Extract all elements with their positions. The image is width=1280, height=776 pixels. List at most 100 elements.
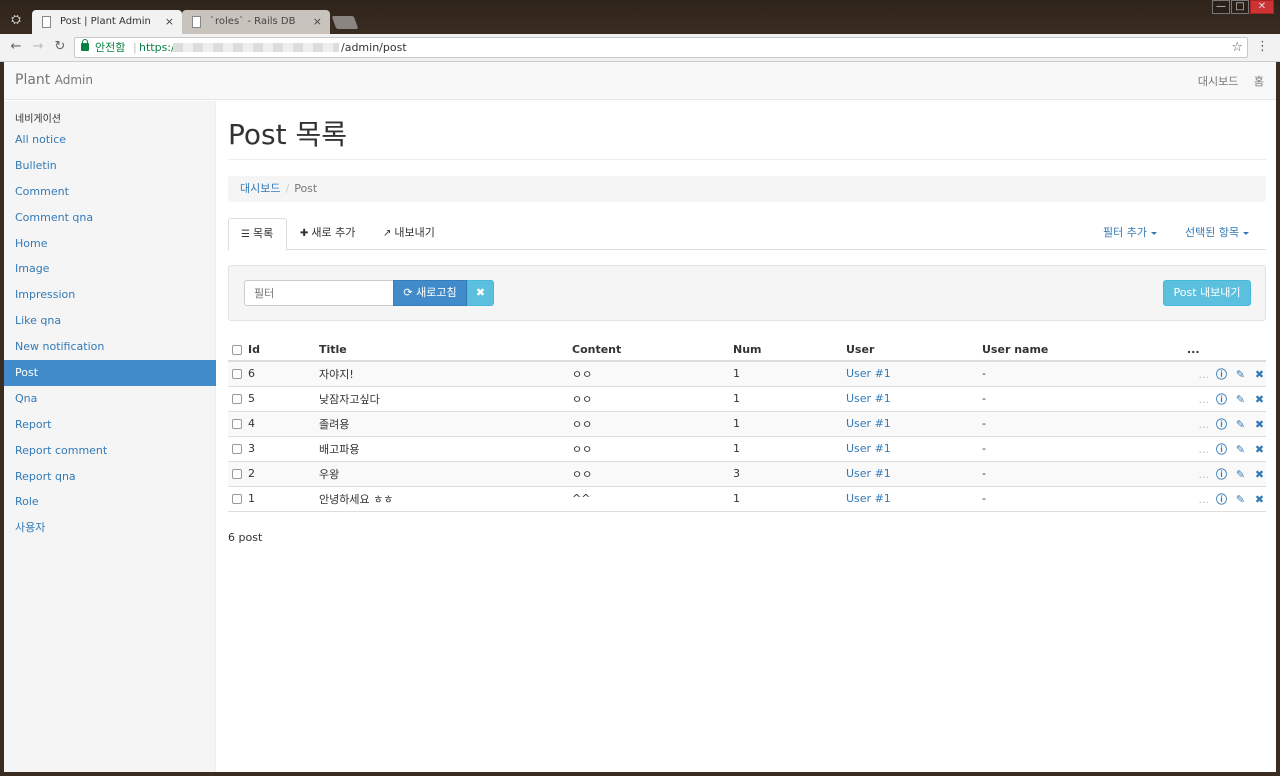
sidebar-item[interactable]: Impression bbox=[4, 282, 216, 308]
sidebar-item[interactable]: Role bbox=[4, 489, 216, 515]
minimize-button[interactable]: — bbox=[1212, 0, 1230, 14]
delete-icon[interactable]: ✖ bbox=[1253, 368, 1266, 381]
row-checkbox[interactable] bbox=[232, 369, 242, 380]
sidebar-item[interactable]: Bulletin bbox=[4, 153, 216, 179]
row-actions: ... ⓘ ✎ ✖ bbox=[1187, 411, 1266, 437]
row-checkbox[interactable] bbox=[232, 494, 242, 504]
sidebar-item[interactable]: Report bbox=[4, 412, 216, 438]
filter-input[interactable] bbox=[244, 280, 394, 306]
info-icon[interactable]: ⓘ bbox=[1215, 441, 1228, 457]
table-row: 2 우왕 ㅇㅇ 3 User #1-... ⓘ ✎ ✖ bbox=[228, 461, 1266, 487]
export-post-button[interactable]: Post 내보내기 bbox=[1163, 280, 1251, 306]
cell-num: 1 bbox=[733, 361, 846, 387]
table-row: 3 배고파용 ㅇㅇ 1 User #1-... ⓘ ✎ ✖ bbox=[228, 436, 1266, 462]
row-checkbox[interactable] bbox=[232, 444, 242, 454]
cell-user-link[interactable]: User #1 bbox=[846, 436, 982, 462]
breadcrumb-dashboard[interactable]: 대시보드 bbox=[240, 182, 280, 195]
address-bar[interactable]: 안전함 | https:// /admin/post ☆ bbox=[74, 37, 1248, 58]
edit-pencil-icon[interactable]: ✎ bbox=[1234, 468, 1247, 481]
cell-user-link[interactable]: User #1 bbox=[846, 386, 982, 412]
browser-tab-active[interactable]: Post | Plant Admin × bbox=[32, 10, 182, 34]
sidebar-item[interactable]: 사용자 bbox=[4, 515, 216, 541]
selected-items-dropdown[interactable]: 선택된 항목 bbox=[1185, 218, 1250, 250]
delete-icon[interactable]: ✖ bbox=[1253, 418, 1266, 431]
edit-pencil-icon[interactable]: ✎ bbox=[1234, 418, 1247, 431]
cell-more: ... bbox=[1198, 367, 1210, 381]
sidebar-item[interactable]: All notice bbox=[4, 127, 216, 153]
nav-link-dashboard[interactable]: 대시보드 bbox=[1198, 75, 1238, 88]
delete-icon[interactable]: ✖ bbox=[1253, 443, 1266, 456]
info-icon[interactable]: ⓘ bbox=[1215, 416, 1228, 432]
delete-icon[interactable]: ✖ bbox=[1253, 393, 1266, 406]
cell-more: ... bbox=[1198, 492, 1210, 506]
info-icon[interactable]: ⓘ bbox=[1215, 391, 1228, 407]
row-checkbox[interactable] bbox=[232, 394, 242, 404]
sidebar-item[interactable]: Report qna bbox=[4, 464, 216, 490]
select-all-checkbox[interactable] bbox=[232, 345, 242, 355]
tab-add-new[interactable]: ✚ 새로 추가 bbox=[288, 218, 367, 250]
tab-list[interactable]: ☰ 목록 bbox=[228, 218, 287, 251]
maximize-button[interactable]: □ bbox=[1231, 0, 1249, 14]
edit-pencil-icon[interactable]: ✎ bbox=[1234, 393, 1247, 406]
share-icon: ↗ bbox=[383, 228, 392, 239]
sidebar-item[interactable]: Comment qna bbox=[4, 205, 216, 231]
tab-title: `roles` - Rails DB bbox=[210, 16, 296, 27]
back-arrow-icon[interactable]: ← bbox=[8, 39, 24, 55]
column-header-title[interactable]: Title bbox=[319, 337, 572, 362]
brand-logo[interactable]: Plant Admin bbox=[15, 72, 93, 88]
sidebar-item[interactable]: Report comment bbox=[4, 438, 216, 464]
sidebar-item[interactable]: Home bbox=[4, 231, 216, 257]
forward-arrow-icon[interactable]: → bbox=[30, 39, 46, 55]
sidebar-item[interactable]: Comment bbox=[4, 179, 216, 205]
add-filter-dropdown[interactable]: 필터 추가 bbox=[1103, 218, 1157, 250]
select-all-cell bbox=[228, 337, 248, 362]
edit-pencil-icon[interactable]: ✎ bbox=[1234, 493, 1247, 506]
row-checkbox[interactable] bbox=[232, 419, 242, 429]
new-tab-button[interactable] bbox=[331, 16, 359, 29]
column-header-user[interactable]: User bbox=[846, 337, 982, 362]
sidebar-item[interactable]: Post bbox=[4, 360, 216, 386]
sidebar-item[interactable]: New notification bbox=[4, 334, 216, 360]
tab-export[interactable]: ↗ 내보내기 bbox=[371, 218, 447, 250]
cell-user-link[interactable]: User #1 bbox=[846, 486, 982, 512]
info-icon[interactable]: ⓘ bbox=[1215, 491, 1228, 507]
cell-user-link[interactable]: User #1 bbox=[846, 461, 982, 487]
refresh-button[interactable]: ⟳ 새로고침 bbox=[393, 280, 467, 306]
cell-num: 1 bbox=[733, 411, 846, 437]
delete-icon[interactable]: ✖ bbox=[1253, 493, 1266, 506]
cell-user-name: - bbox=[982, 411, 1187, 437]
column-header-content[interactable]: Content bbox=[572, 337, 733, 362]
column-header-num[interactable]: Num bbox=[733, 337, 846, 362]
cell-content: ㅇㅇ bbox=[572, 461, 733, 487]
edit-pencil-icon[interactable]: ✎ bbox=[1234, 443, 1247, 456]
close-window-button[interactable]: ✕ bbox=[1250, 0, 1274, 14]
column-header-user-name[interactable]: User name bbox=[982, 337, 1187, 362]
column-header-more: ... bbox=[1187, 337, 1266, 362]
list-icon: ☰ bbox=[241, 229, 250, 240]
clear-filter-button[interactable]: ✖ bbox=[467, 280, 494, 306]
sidebar-item[interactable]: Qna bbox=[4, 386, 216, 412]
cell-user-link[interactable]: User #1 bbox=[846, 411, 982, 437]
sidebar-item[interactable]: Image bbox=[4, 256, 216, 282]
bookmark-star-icon[interactable]: ☆ bbox=[1231, 38, 1243, 57]
info-icon[interactable]: ⓘ bbox=[1215, 366, 1228, 382]
delete-icon[interactable]: ✖ bbox=[1253, 468, 1266, 481]
edit-pencil-icon[interactable]: ✎ bbox=[1234, 368, 1247, 381]
info-icon[interactable]: ⓘ bbox=[1215, 466, 1228, 482]
cell-title: 자야지! bbox=[319, 361, 572, 387]
cell-id: 2 bbox=[248, 461, 319, 487]
tab-export-label: 내보내기 bbox=[394, 226, 435, 239]
cell-num: 3 bbox=[733, 461, 846, 487]
browser-tab[interactable]: `roles` - Rails DB × bbox=[182, 10, 330, 34]
browser-menu-icon[interactable]: ⋮ bbox=[1256, 40, 1269, 54]
column-header-id[interactable]: Id bbox=[248, 337, 319, 362]
url-path: /admin/post bbox=[341, 41, 407, 54]
tab-close-icon[interactable]: × bbox=[165, 10, 174, 34]
sidebar-item[interactable]: Like qna bbox=[4, 308, 216, 334]
nav-link-home[interactable]: 홈 bbox=[1254, 75, 1264, 88]
tab-close-icon[interactable]: × bbox=[313, 10, 322, 34]
cell-user-link[interactable]: User #1 bbox=[846, 361, 982, 387]
reload-icon[interactable]: ↻ bbox=[52, 39, 68, 55]
cell-id: 5 bbox=[248, 386, 319, 412]
row-checkbox[interactable] bbox=[232, 469, 242, 479]
